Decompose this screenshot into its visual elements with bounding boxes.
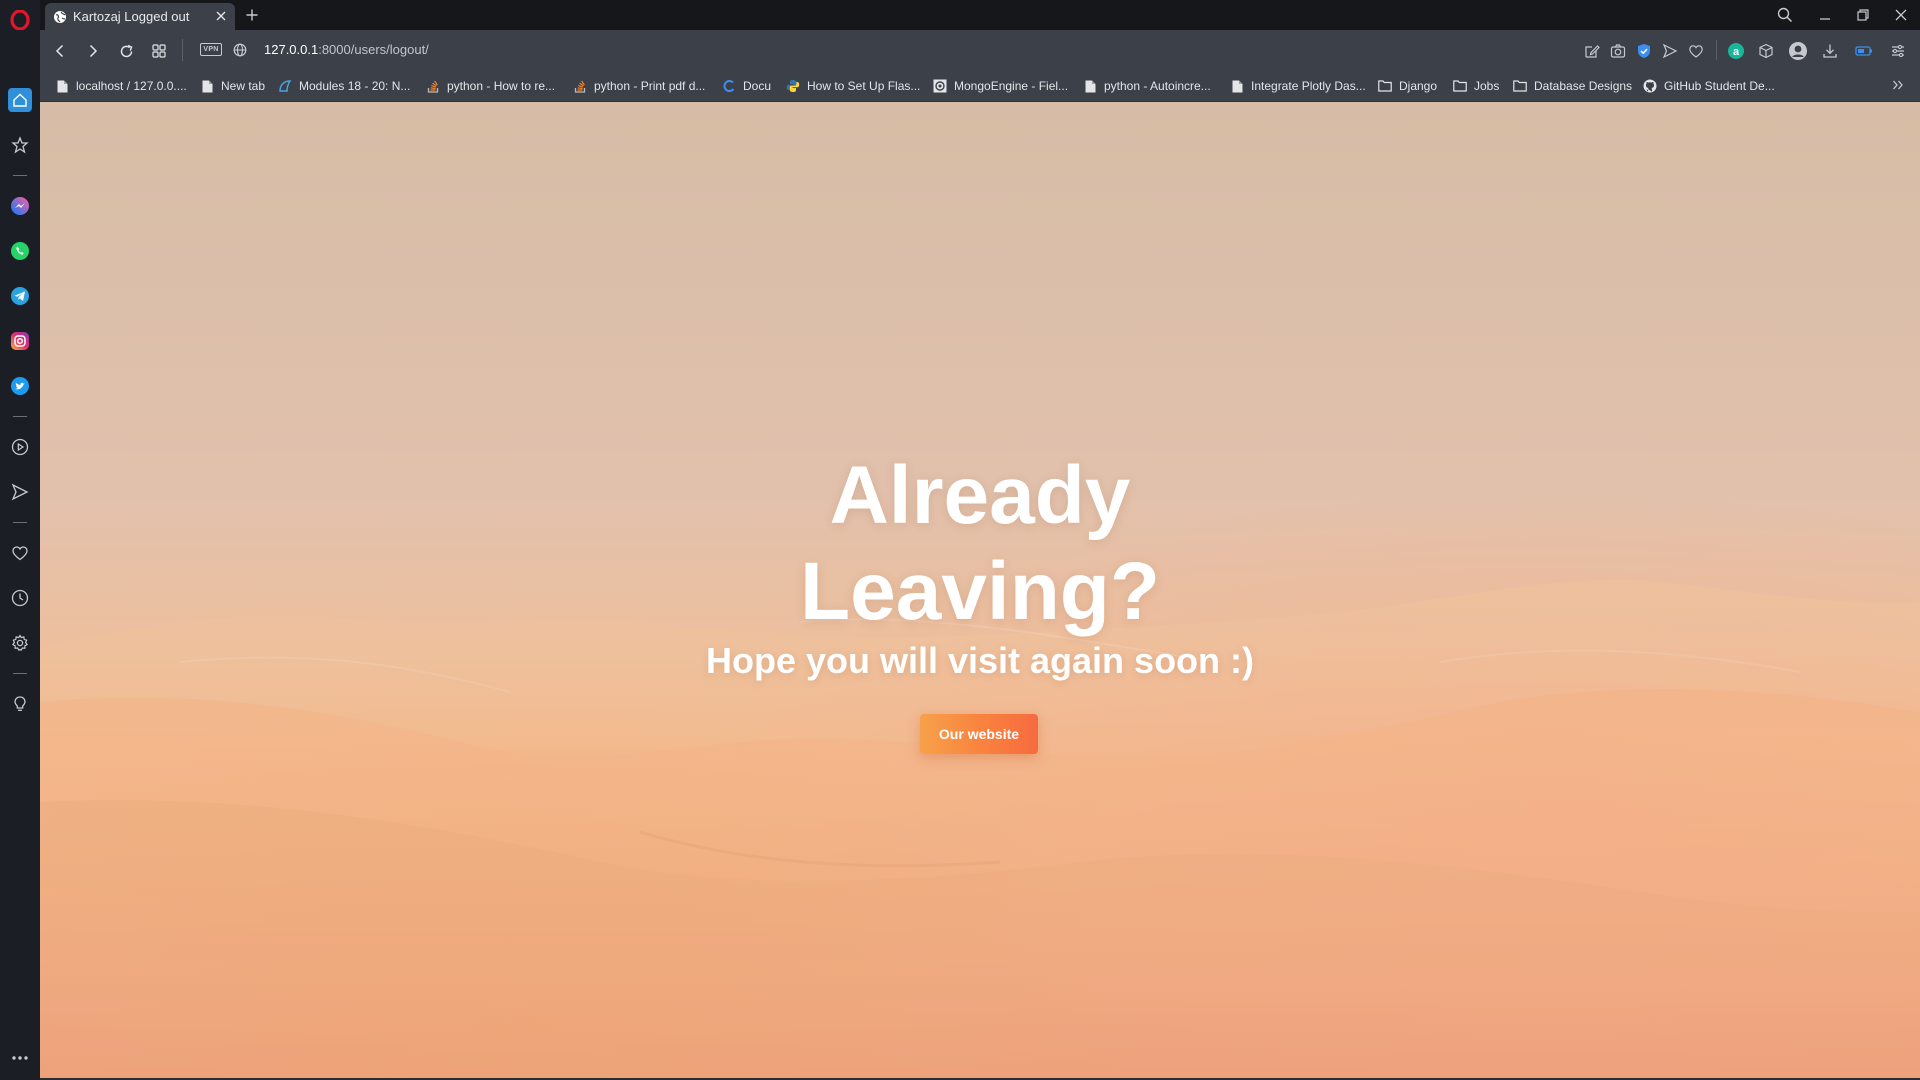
- bookmark-label: localhost / 127.0.0....: [76, 79, 187, 93]
- bookmark-item[interactable]: python - How to re...: [426, 78, 555, 94]
- speed-dial-home-icon[interactable]: [8, 88, 32, 112]
- downloads-icon[interactable]: [1820, 41, 1840, 61]
- bookmark-label: Django: [1399, 79, 1438, 93]
- settings-gear-icon[interactable]: [8, 631, 32, 655]
- pinboard-heart-icon[interactable]: [8, 541, 32, 565]
- minimize-icon[interactable]: [1808, 0, 1842, 30]
- subheading: Hope you will visit again soon :): [705, 640, 1255, 681]
- tab-close-icon[interactable]: [213, 8, 229, 24]
- bookmarks-star-icon[interactable]: [8, 133, 32, 157]
- cisco-icon: [278, 79, 292, 93]
- bookmark-item[interactable]: python - Print pdf d...: [573, 78, 705, 94]
- stackoverflow-icon: [426, 79, 440, 93]
- mongoengine-icon: [933, 79, 947, 93]
- forward-arrow-icon[interactable]: [82, 40, 104, 62]
- page-icon: [1230, 79, 1244, 93]
- camera-snapshot-icon[interactable]: [1608, 41, 1628, 61]
- bookmark-label: GitHub Student De...: [1664, 79, 1775, 93]
- bookmarks-bar: localhost / 127.0.0.... New tab Modules …: [40, 70, 1920, 102]
- bookmark-item[interactable]: Modules 18 - 20: N...: [278, 78, 410, 94]
- bookmark-folder[interactable]: Django: [1378, 78, 1437, 94]
- bookmark-folder[interactable]: Database Designs: [1513, 78, 1632, 94]
- my-flow-send-icon[interactable]: [8, 480, 32, 504]
- add-to-pinboard-heart-icon[interactable]: [1686, 41, 1706, 61]
- bookmark-label: Jobs: [1474, 79, 1500, 93]
- bookmark-item[interactable]: GitHub Student De...: [1643, 78, 1775, 94]
- bookmark-folder[interactable]: Jobs: [1453, 78, 1499, 94]
- player-icon[interactable]: [8, 435, 32, 459]
- tiles-grid-icon[interactable]: [148, 40, 170, 62]
- extension-a-icon[interactable]: a: [1726, 41, 1746, 61]
- bookmark-label: MongoEngine - Fiel...: [954, 79, 1069, 93]
- bookmark-item[interactable]: python - Autoincre...: [1083, 78, 1211, 94]
- close-window-icon[interactable]: [1884, 0, 1918, 30]
- docu-icon: [722, 79, 736, 93]
- folder-icon: [1513, 79, 1527, 93]
- bookmarks-overflow-chevron-icon[interactable]: [1890, 77, 1906, 93]
- address-field[interactable]: 127.0.0.1:8000/users/logout/: [264, 42, 429, 57]
- tab-strip: Kartozaj Logged out: [40, 0, 1920, 30]
- messenger-icon[interactable]: [8, 194, 32, 218]
- bookmark-label: python - Print pdf d...: [594, 79, 706, 93]
- url-host: 127.0.0.1: [264, 42, 319, 57]
- bookmark-item[interactable]: New tab: [200, 78, 265, 94]
- adblock-shield-icon[interactable]: [1634, 41, 1654, 61]
- url-path: :8000/users/logout/: [318, 42, 429, 57]
- history-clock-icon[interactable]: [8, 586, 32, 610]
- address-toolbar: VPN 127.0.0.1:8000/users/logout/ a: [40, 30, 1920, 70]
- twitter-icon[interactable]: [8, 374, 32, 398]
- browser-sidebar: [0, 0, 40, 1080]
- bookmark-item[interactable]: Docu: [722, 78, 771, 94]
- new-tab-plus-icon[interactable]: [242, 5, 262, 25]
- search-tabs-icon[interactable]: [1768, 0, 1802, 30]
- our-website-button[interactable]: Our website: [920, 714, 1038, 754]
- heading-already: Already: [829, 450, 1131, 541]
- page-viewport: Already Leaving? Hope you will visit aga…: [40, 102, 1920, 1078]
- bookmark-item[interactable]: localhost / 127.0.0....: [55, 78, 187, 94]
- bookmark-label: New tab: [221, 79, 266, 93]
- profile-avatar-icon[interactable]: [1788, 41, 1808, 61]
- bookmark-item[interactable]: Integrate Plotly Das...: [1230, 78, 1366, 94]
- restore-icon[interactable]: [1846, 0, 1880, 30]
- bookmark-label: python - Autoincre...: [1104, 79, 1211, 93]
- sidebar-more-icon[interactable]: [8, 1046, 32, 1070]
- reload-icon[interactable]: [115, 40, 137, 62]
- folder-icon: [1378, 79, 1392, 93]
- instagram-icon[interactable]: [8, 329, 32, 353]
- opera-logo-icon[interactable]: [8, 8, 32, 32]
- page-icon: [1083, 79, 1097, 93]
- telegram-icon[interactable]: [8, 284, 32, 308]
- bookmark-label: Modules 18 - 20: N...: [299, 79, 411, 93]
- tab-active[interactable]: Kartozaj Logged out: [45, 3, 235, 30]
- tab-title: Kartozaj Logged out: [73, 9, 190, 24]
- easy-setup-menu-icon[interactable]: [1888, 41, 1908, 61]
- battery-saver-icon[interactable]: [1854, 41, 1874, 61]
- folder-icon: [1453, 79, 1467, 93]
- extensions-cube-icon[interactable]: [1756, 41, 1776, 61]
- svg-text:a: a: [1733, 46, 1740, 58]
- bookmark-item[interactable]: How to Set Up Flas...: [786, 78, 920, 94]
- bookmark-label: Docu: [743, 79, 772, 93]
- back-arrow-icon[interactable]: [49, 40, 71, 62]
- bookmark-label: How to Set Up Flas...: [807, 79, 921, 93]
- globe-favicon-icon: [53, 10, 67, 24]
- site-info-globe-icon[interactable]: [229, 39, 251, 61]
- tips-lightbulb-icon[interactable]: [8, 692, 32, 716]
- page-icon: [55, 79, 69, 93]
- vpn-badge[interactable]: VPN: [200, 43, 222, 56]
- send-to-flow-icon[interactable]: [1660, 41, 1680, 61]
- github-icon: [1643, 79, 1657, 93]
- bookmark-label: python - How to re...: [447, 79, 556, 93]
- heading-leaving: Leaving?: [800, 546, 1160, 637]
- python-icon: [786, 79, 800, 93]
- bookmark-label: Database Designs: [1534, 79, 1633, 93]
- snapshot-edit-icon[interactable]: [1582, 41, 1602, 61]
- stackoverflow-icon: [573, 79, 587, 93]
- page-icon: [200, 79, 214, 93]
- bookmark-label: Integrate Plotly Das...: [1251, 79, 1366, 93]
- bookmark-item[interactable]: MongoEngine - Fiel...: [933, 78, 1068, 94]
- whatsapp-icon[interactable]: [8, 239, 32, 263]
